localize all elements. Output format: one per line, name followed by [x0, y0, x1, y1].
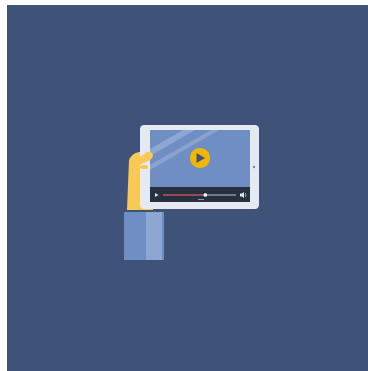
play-circle-icon[interactable] — [190, 148, 210, 168]
tablet-camera-dot — [252, 165, 256, 169]
progress-handle[interactable] — [203, 193, 208, 197]
time-indicator — [198, 199, 204, 200]
tablet — [140, 125, 259, 209]
sleeve-highlight — [146, 212, 162, 260]
arm — [124, 212, 164, 260]
finger — [140, 165, 148, 169]
illustration-canvas — [7, 5, 368, 371]
video-tablet-illustration — [7, 5, 368, 371]
